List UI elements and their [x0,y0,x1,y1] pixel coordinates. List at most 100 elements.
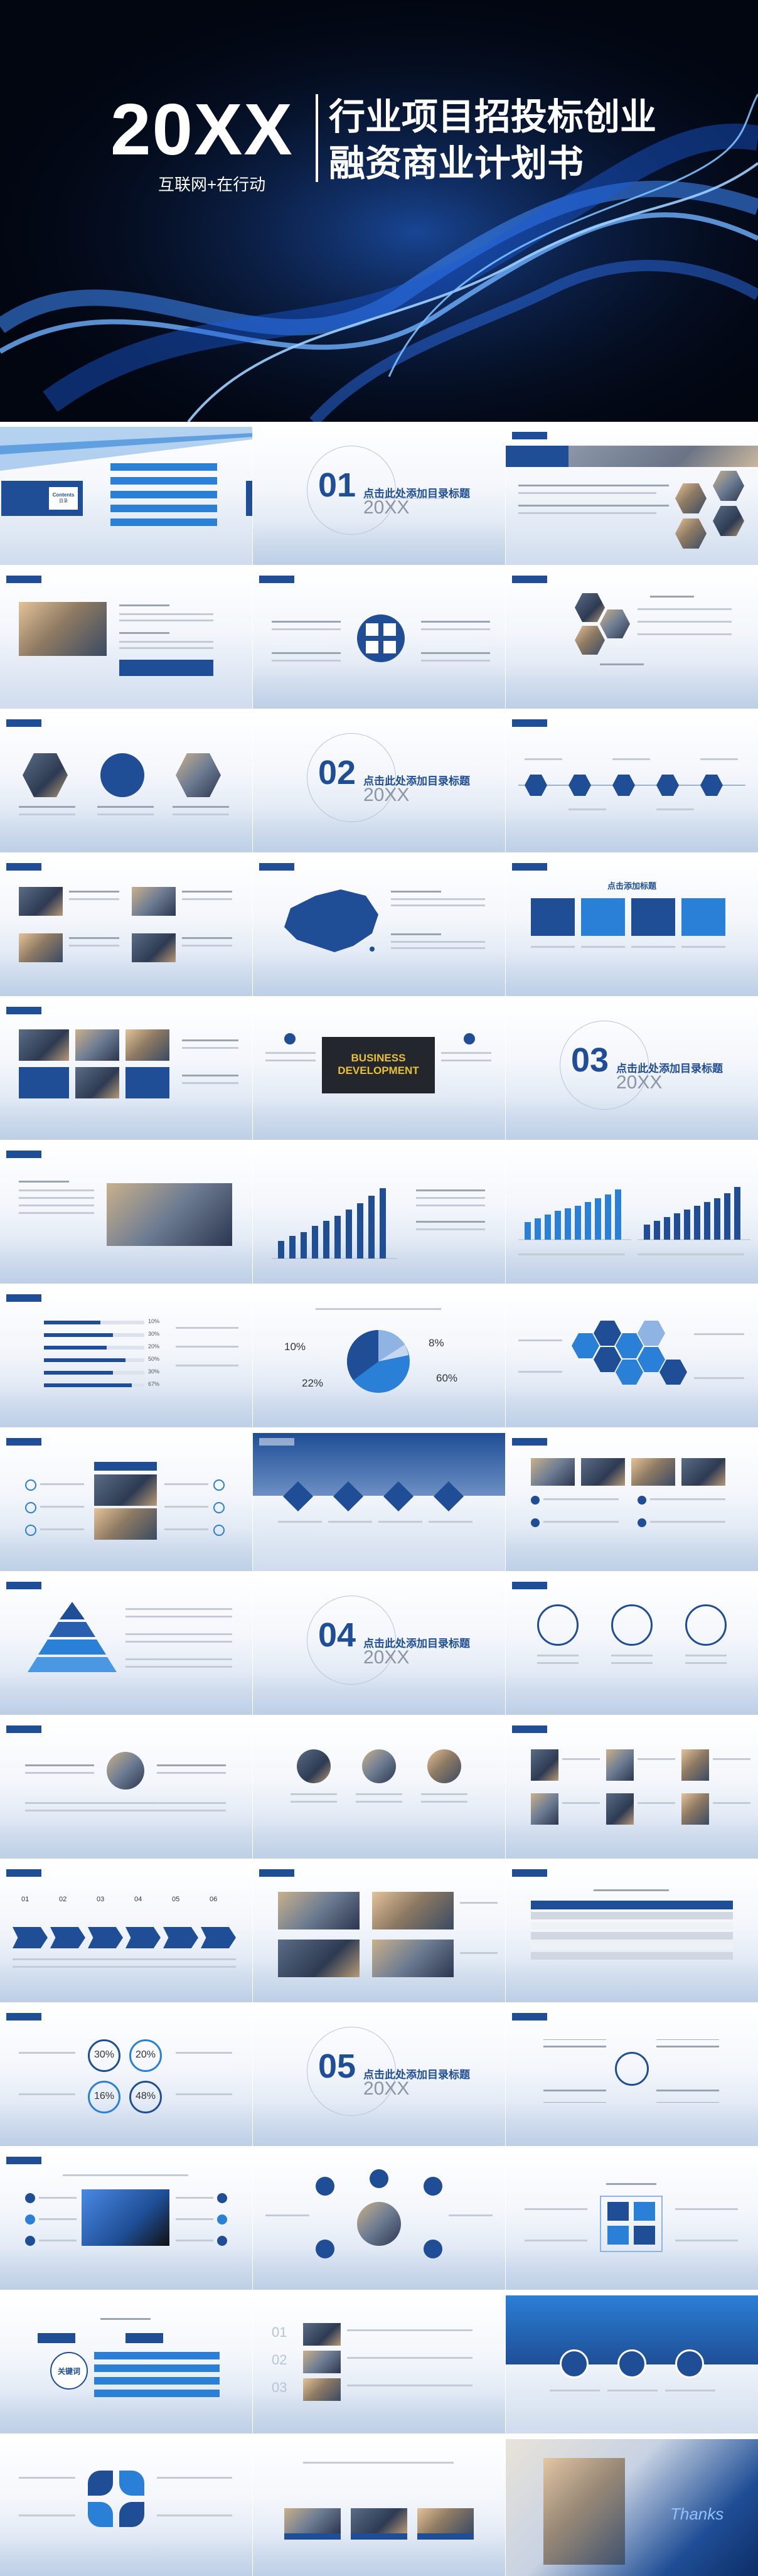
step-number: 01 [21,1896,29,1903]
slide-photo-grid [0,1002,252,1140]
slide-section-02: 02 点击此处添加目录标题 20XX [253,714,505,852]
business-word: BUSINESS [351,1052,406,1064]
pie-label: 22% [302,1377,324,1389]
section-subtitle: 20XX [363,1647,410,1668]
slide-intro-photo-hex [506,427,758,565]
slide-keyword: 关键词 [0,2295,252,2434]
bar-percent: 67% [148,1381,160,1387]
slide-pyramid [0,1577,252,1715]
cover-title: 行业项目招投标创业 融资商业计划书 [329,94,656,187]
slide-social-icons [506,2152,758,2290]
contents-word-cn: 目录 [59,499,68,503]
table-header [531,1901,733,1909]
contents-item [110,491,217,498]
slide-four-quadrant [253,571,505,709]
slide-china-map [253,858,505,996]
bar-percent: 20% [148,1343,160,1350]
step-number: 04 [134,1896,142,1903]
slide-section-04: 04 点击此处添加目录标题 20XX [253,1577,505,1715]
slide-four-icon-tiles: 点击添加标题 [506,858,758,996]
section-number: 04 [318,1616,356,1654]
slide-numbered-list: 01 02 03 [253,2295,505,2434]
slide-horizontal-bars: 10% 30% 20% 50% 30% 67% [0,1289,252,1427]
slide-six-steps: 01 02 03 04 05 06 [0,1864,252,2002]
hex-photo [675,483,707,513]
slide-hex-timeline [506,714,758,852]
section-subtitle: 20XX [616,1072,663,1093]
pie-label: 8% [429,1337,444,1349]
slide-hex-cluster [506,1289,758,1427]
slide-heading: 点击添加标题 [607,881,656,891]
slide-profile-single [0,1720,252,1859]
circle-percent: 48% [135,2091,156,2101]
contents-label-box: Contents 目录 [49,487,78,510]
bar-chart [272,1188,397,1259]
avatar [427,1749,461,1783]
list-number: 01 [272,2324,287,2340]
cover-divider [316,94,318,182]
section-number: 03 [571,1041,609,1079]
step-number: 05 [172,1896,180,1903]
table-row [531,1942,733,1950]
city-banner-photo [568,446,758,467]
hex-photo [713,506,744,536]
keyword-text: 关键词 [57,2367,80,2376]
contents-edge [246,481,252,516]
section-number: 01 [318,466,356,504]
slide-section-03: 03 点击此处添加目录标题 20XX [506,1002,758,1140]
slide-thanks: Thanks [506,2439,758,2576]
slide-three-photos [0,714,252,852]
china-map-shape [284,889,378,952]
cover-title-line1: 行业项目招投标创业 [329,97,657,137]
slide-bar-chart [253,1146,505,1284]
bar-chart-left [518,1189,631,1240]
tablet-hand-photo [107,1183,232,1246]
avatar [107,1752,144,1790]
step-number: 06 [210,1896,218,1903]
contents-item [110,505,217,512]
slide-banner-icons [0,1433,252,1571]
table-row [531,1912,733,1919]
cover-slide: 20XX 互联网+在行动 行业项目招投标创业 融资商业计划书 [0,0,758,422]
laptop-photo [82,2189,169,2246]
contents-item [110,463,217,471]
slide-sun-photo [0,571,252,709]
slide-city-diamonds [253,1433,505,1571]
slide-two-bar-charts [506,1146,758,1284]
slide-percent-circles: 30% 20% 16% 48% [0,2008,252,2146]
pie-label: 10% [284,1341,306,1353]
section-number: 05 [318,2047,356,2085]
slide-contents: Contents 目录 [0,427,252,565]
table-row [531,1932,733,1940]
slide-blue-icon-panels [506,2295,758,2434]
hand-photo [543,2458,625,2565]
slide-team-grid [506,1720,758,1859]
sun-photo [19,602,107,656]
thanks-text: Thanks [670,2504,724,2523]
hex-photo [713,471,744,501]
slide-three-profiles [253,1720,505,1859]
slide-hex-people [506,571,758,709]
section-subtitle: 20XX [363,2078,410,2099]
slide-three-ring-icons [506,1577,758,1715]
circle-percent: 30% [93,2049,115,2060]
presentation-preview: 20XX 互联网+在行动 行业项目招投标创业 融资商业计划书 Contents … [0,0,758,2576]
bar-percent: 50% [148,1356,160,1362]
section-number: 02 [318,754,356,792]
circle-percent: 20% [135,2049,156,2060]
slide-laptop-circles [0,2152,252,2290]
slide-three-team-photos [253,2439,505,2576]
slide-pie-chart: 10% 8% 22% 60% [253,1289,505,1427]
bar-chart-right [638,1187,750,1240]
table-row [531,1922,733,1929]
list-number: 03 [272,2380,287,2395]
contents-word: Contents [52,492,75,498]
center-circle [357,614,405,662]
slide-business-development: BUSINESS DEVELOPMENT [253,1002,505,1140]
step-number: 03 [97,1896,105,1903]
slide-circle-network [253,2152,505,2290]
pyramid-chart [28,1602,117,1672]
section-subtitle: 20XX [363,785,410,805]
bar-percent: 30% [148,1368,160,1375]
hex-photo [675,518,707,549]
